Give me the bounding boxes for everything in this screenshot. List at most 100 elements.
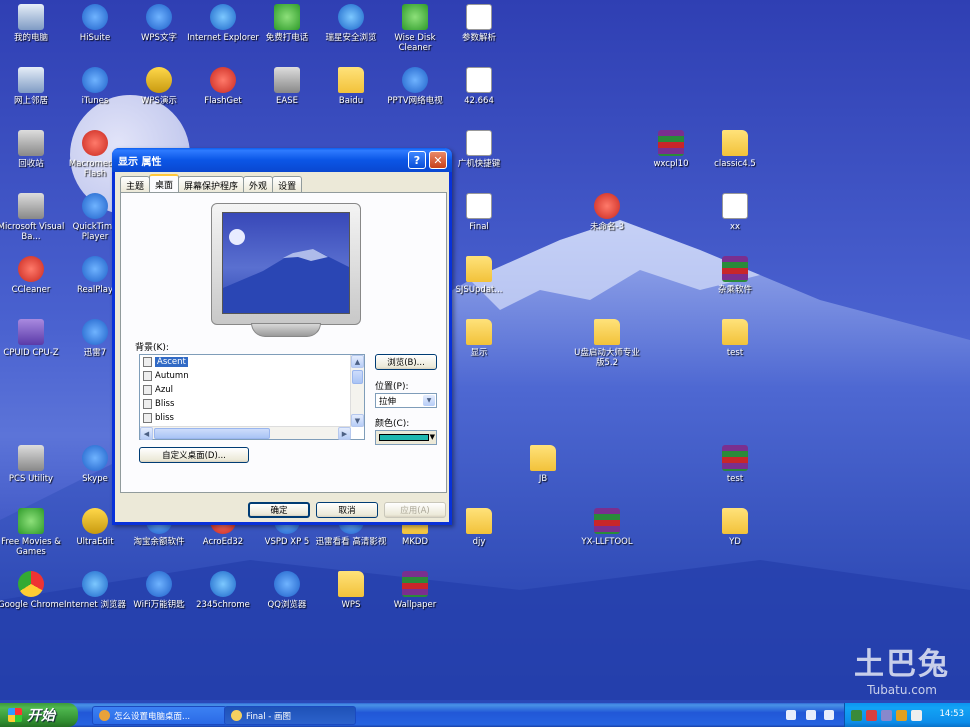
desktop-icon[interactable]: YD [699, 508, 771, 547]
volume-icon[interactable] [911, 709, 922, 721]
background-listbox[interactable]: Ascent Autumn Azul Bliss bliss ▲ ▼ ◀ ▶ [139, 354, 365, 440]
ok-button[interactable]: 确定 [248, 502, 310, 518]
monitor-bezel [211, 203, 361, 325]
desktop-icon[interactable]: Free Movies & Games [0, 508, 67, 557]
desktop-icon[interactable]: test [699, 319, 771, 358]
scroll-left-icon[interactable]: ◀ [140, 427, 153, 440]
desktop-icon[interactable]: 未命名-3 [571, 193, 643, 232]
shield-icon[interactable] [851, 709, 862, 721]
desktop-icon[interactable]: 瑞星安全浏览 [315, 4, 387, 43]
scroll-down-icon[interactable]: ▼ [351, 414, 364, 427]
desktop-icon[interactable]: Wallpaper [379, 571, 451, 610]
desktop-icon[interactable]: 网上邻居 [0, 67, 67, 106]
desktop-icon[interactable]: PPTV网络电视 [379, 67, 451, 106]
tab-appearance[interactable]: 外观 [243, 176, 274, 192]
vertical-scroll-thumb[interactable] [352, 370, 363, 384]
dialog-titlebar[interactable]: 显示 属性 ? ✕ [112, 148, 452, 172]
desktop-icon[interactable]: Google Chrome [0, 571, 67, 610]
desktop-icon[interactable]: PCS Utility [0, 445, 67, 484]
desktop-icon-label: 广机快捷键 [457, 159, 501, 169]
desktop-icon[interactable]: Internet Explorer [187, 4, 259, 43]
desktop-icon[interactable]: JB [507, 445, 579, 484]
dialog-tabs: 主题 桌面 屏幕保护程序 外观 设置 [120, 174, 303, 193]
background-list-item[interactable]: Ascent [140, 355, 364, 369]
desktop-icon[interactable]: EASE [251, 67, 323, 106]
desktop-icon[interactable]: 回收站 [0, 130, 67, 169]
browse-button[interactable]: 浏览(B)... [375, 354, 437, 370]
taskbar: 开始 怎么设置电脑桌面... Final - 画图 14:53 [0, 703, 970, 727]
desktop-icon[interactable]: iTunes [59, 67, 131, 106]
cancel-button[interactable]: 取消 [316, 502, 378, 518]
desktop-icon[interactable]: 我的电脑 [0, 4, 67, 43]
desktop-icon[interactable]: 显示 [443, 319, 515, 358]
desktop-icon[interactable]: QQ浏览器 [251, 571, 323, 610]
color-picker-button[interactable]: ▼ [375, 430, 437, 445]
desktop-icon-label: 网上邻居 [13, 96, 48, 106]
background-list-item[interactable]: Autumn [140, 369, 364, 383]
tab-screensaver[interactable]: 屏幕保护程序 [178, 176, 245, 192]
horizontal-scroll-thumb[interactable] [154, 428, 270, 439]
background-list-item[interactable]: bliss [140, 411, 364, 425]
desktop-icon[interactable]: SJSUpdat... [443, 256, 515, 295]
scroll-right-icon[interactable]: ▶ [338, 427, 351, 440]
vertical-scrollbar[interactable]: ▲ ▼ [350, 355, 364, 427]
antivirus-icon[interactable] [866, 709, 877, 721]
desktop-icon-label: CCleaner [11, 285, 51, 295]
horizontal-scrollbar[interactable]: ◀ ▶ [140, 426, 351, 440]
desktop-icon[interactable]: WPS [315, 571, 387, 610]
desktop-icon[interactable]: 2345chrome [187, 571, 259, 610]
notification-icon[interactable] [896, 709, 907, 721]
background-list-item[interactable]: Azul [140, 383, 364, 397]
help-icon[interactable]: ? [408, 151, 426, 169]
desktop-icon[interactable]: Internet 浏览器 [59, 571, 131, 610]
desktop-icon[interactable]: 杂乘软件 [699, 256, 771, 295]
desktop-icon[interactable]: WPS文字 [123, 4, 195, 43]
desktop-icon[interactable]: Final [443, 193, 515, 232]
desktop-icon[interactable]: xx [699, 193, 771, 232]
desktop-icon-label: VSPD XP 5 [264, 537, 310, 547]
desktop-icon[interactable]: wxcpl10 [635, 130, 707, 169]
desktop-icon[interactable]: djy [443, 508, 515, 547]
tab-themes[interactable]: 主题 [120, 176, 151, 192]
image-file-icon [143, 357, 152, 367]
desktop-icon[interactable]: CPUID CPU-Z [0, 319, 67, 358]
desktop-icon[interactable]: CCleaner [0, 256, 67, 295]
position-select[interactable]: 拉伸 ▼ [375, 393, 437, 408]
chrome-icon [18, 571, 44, 597]
keyboard-icon[interactable] [786, 710, 796, 720]
taskbar-button[interactable]: 怎么设置电脑桌面... [92, 706, 227, 725]
desktop-icon[interactable]: 42.664 [443, 67, 515, 106]
start-button[interactable]: 开始 [0, 703, 78, 727]
network-icon[interactable] [881, 709, 892, 721]
computer-icon [18, 4, 44, 30]
desktop-icon[interactable]: 广机快捷键 [443, 130, 515, 169]
background-list-item[interactable]: Bliss [140, 397, 364, 411]
desktop-icon[interactable]: 免费打电话 [251, 4, 323, 43]
paint-icon [231, 710, 242, 721]
desktop-icon[interactable]: U盘启动大师专业版5.2 [571, 319, 643, 368]
desktop-icon-label: Free Movies & Games [1, 537, 61, 557]
tab-settings[interactable]: 设置 [272, 176, 303, 192]
tab-desktop[interactable]: 桌面 [149, 174, 180, 192]
apply-button[interactable]: 应用(A) [384, 502, 446, 518]
desktop-icon[interactable]: classic4.5 [699, 130, 771, 169]
desktop-icon[interactable]: Microsoft Visual Ba... [0, 193, 67, 242]
desktop-icon-label: WPS文字 [141, 33, 177, 43]
ime-icon[interactable] [806, 710, 816, 720]
desktop-icon[interactable]: WPS演示 [123, 67, 195, 106]
desktop-icon[interactable]: test [699, 445, 771, 484]
ie-icon [82, 571, 108, 597]
desktop-icon[interactable]: HiSuite [59, 4, 131, 43]
chevron-down-icon[interactable]: ▼ [423, 395, 435, 406]
close-icon[interactable]: ✕ [429, 151, 447, 169]
taskbar-button[interactable]: Final - 画图 [224, 706, 356, 725]
desktop-icon[interactable]: Wise Disk Cleaner [379, 4, 451, 53]
customize-desktop-button[interactable]: 自定义桌面(D)... [139, 447, 249, 463]
desktop-icon[interactable]: 参数解析 [443, 4, 515, 43]
desktop-icon[interactable]: YX-LLFTOOL [571, 508, 643, 547]
volume-tray-icon[interactable] [824, 710, 834, 720]
desktop-icon[interactable]: Baidu [315, 67, 387, 106]
desktop-icon[interactable]: FlashGet [187, 67, 259, 106]
desktop-icon[interactable]: WiFi万能钥匙 [123, 571, 195, 610]
scroll-up-icon[interactable]: ▲ [351, 355, 364, 368]
